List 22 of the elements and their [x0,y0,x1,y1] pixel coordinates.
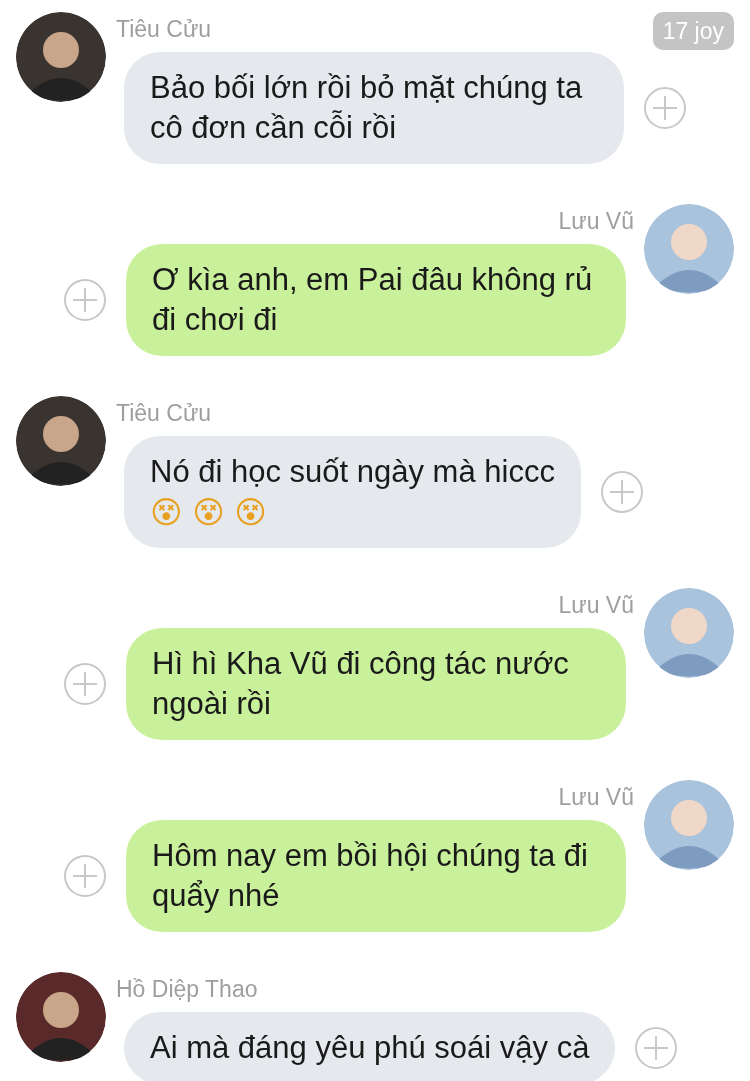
message-bubble: Ai mà đáng yêu phú soái vậy cà [124,1012,616,1081]
message-bubble: Ơ kìa anh, em Pai đâu không rủ đi chơi đi [126,244,626,356]
sender-name: Lưu Vũ [558,207,634,236]
add-icon[interactable] [64,855,106,897]
add-icon[interactable] [644,87,686,129]
add-icon[interactable] [600,471,643,513]
message-bubble: Nó đi học suốt ngày mà hiccc 😵 😵 😵 [124,436,581,548]
avatar[interactable] [16,972,106,1062]
count-badge: 17 joy [652,12,734,50]
avatar[interactable] [16,396,106,486]
add-icon[interactable] [64,663,106,705]
add-icon[interactable] [64,279,106,321]
sender-name: Lưu Vũ [558,591,634,620]
sender-name: Hồ Diệp Thao [116,975,258,1004]
avatar[interactable] [16,12,106,102]
sender-name: Tiêu Cửu [116,15,212,44]
sender-name: Tiêu Cửu [116,399,212,428]
sender-name: Lưu Vũ [558,783,634,812]
add-icon[interactable] [635,1027,678,1069]
message-bubble: Hôm nay em bồi hội chúng ta đi quẩy nhé [126,820,626,932]
message-bubble: Bảo bối lớn rồi bỏ mặt chúng ta cô đơn cần cỗi rồi [124,52,624,164]
message-bubble: Hì hì Kha Vũ đi công tác nước ngoài rồi [126,628,626,740]
